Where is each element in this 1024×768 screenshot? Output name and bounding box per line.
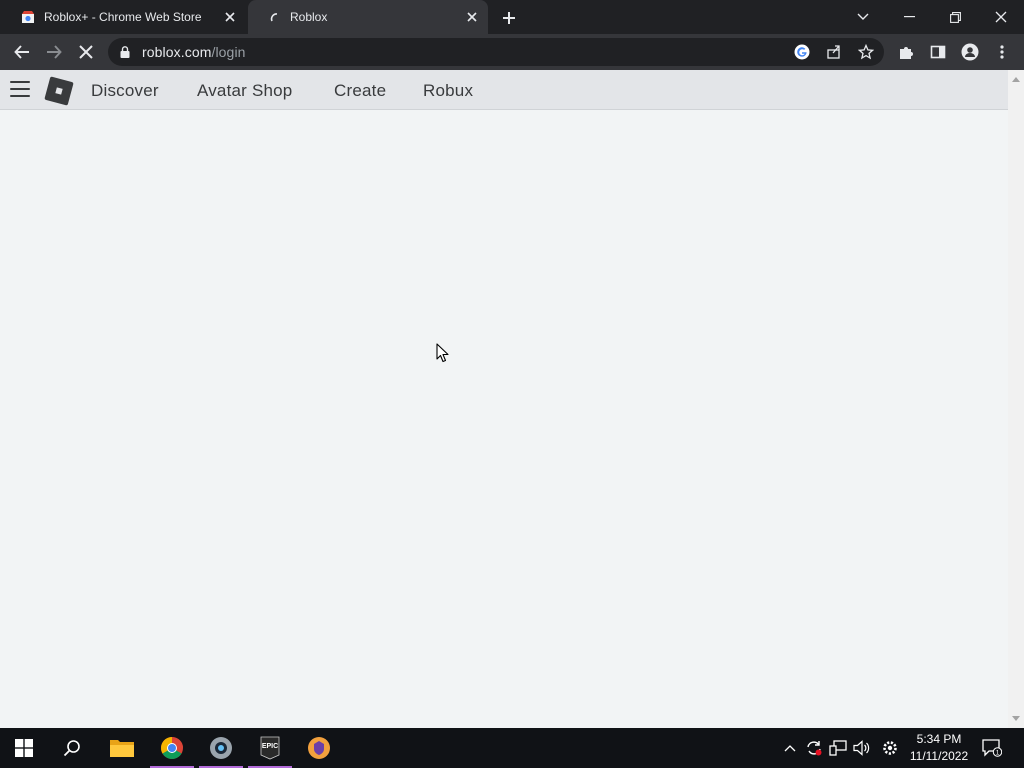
file-explorer-icon xyxy=(110,740,134,757)
roblox-logo-icon[interactable] xyxy=(44,76,74,106)
page-content-area xyxy=(0,111,1008,728)
clock-date: 11/11/2022 xyxy=(909,749,969,763)
back-arrow-icon xyxy=(14,45,29,59)
tab-roblox-plus[interactable]: Roblox+ - Chrome Web Store xyxy=(8,0,246,34)
nav-discover[interactable]: Discover xyxy=(91,81,159,101)
close-tab-icon[interactable] xyxy=(462,7,482,27)
epic-logo-text: EPIC xyxy=(262,743,278,750)
volume-icon[interactable] xyxy=(852,738,872,758)
google-icon[interactable] xyxy=(792,42,812,62)
restore-button[interactable] xyxy=(932,0,978,34)
lock-icon[interactable] xyxy=(118,45,132,59)
browser-toolbar: roblox.com/login xyxy=(0,34,1024,70)
close-tab-icon[interactable] xyxy=(220,7,240,27)
tab-search-icon xyxy=(857,13,869,20)
search-icon xyxy=(63,740,80,757)
bookmark-star-icon[interactable] xyxy=(856,42,876,62)
tab-search-button[interactable] xyxy=(840,0,886,34)
close-icon xyxy=(995,11,1007,23)
extensions-puzzle-icon xyxy=(900,47,913,59)
mouse-cursor-icon xyxy=(436,343,449,363)
back-button[interactable] xyxy=(8,38,36,66)
start-button[interactable] xyxy=(0,728,48,768)
address-bar[interactable]: roblox.com/login xyxy=(108,38,884,66)
url-text[interactable]: roblox.com/login xyxy=(142,44,246,60)
search-button[interactable] xyxy=(48,728,96,768)
side-panel-icon xyxy=(930,45,946,59)
nav-robux[interactable]: Robux xyxy=(423,81,473,101)
windows-taskbar: EPIC 5:34 PM 11/11/2022 1 xyxy=(0,728,1024,768)
nav-create[interactable]: Create xyxy=(334,81,386,101)
url-host: roblox.com xyxy=(142,44,212,60)
share-icon[interactable] xyxy=(824,42,844,62)
restore-icon xyxy=(949,11,961,23)
extensions-button[interactable] xyxy=(892,38,920,66)
chrome-icon xyxy=(161,737,183,759)
epic-games-button[interactable]: EPIC xyxy=(246,728,294,768)
chrome-button[interactable] xyxy=(148,728,196,768)
more-menu-button[interactable] xyxy=(988,38,1016,66)
loading-spinner-icon xyxy=(266,9,282,25)
tab-title: Roblox+ - Chrome Web Store xyxy=(44,10,202,24)
profile-button[interactable] xyxy=(956,38,984,66)
tab-roblox[interactable]: Roblox xyxy=(248,0,488,34)
scroll-down-icon xyxy=(1012,716,1020,721)
clock-time: 5:34 PM xyxy=(916,732,962,746)
stop-loading-button[interactable] xyxy=(72,38,100,66)
hamburger-menu-icon[interactable] xyxy=(10,81,30,99)
network-icon[interactable] xyxy=(828,738,848,758)
windows-start-icon xyxy=(15,739,33,757)
sync-update-icon[interactable] xyxy=(804,738,824,758)
plus-icon xyxy=(503,12,515,24)
scroll-up-icon xyxy=(1012,77,1020,82)
forward-arrow-icon xyxy=(47,45,62,59)
steam-icon xyxy=(210,737,232,759)
more-vert-icon xyxy=(1000,45,1004,59)
new-tab-button[interactable] xyxy=(498,7,520,29)
tab-title: Roblox xyxy=(290,10,328,24)
steam-button[interactable] xyxy=(197,728,245,768)
loading-stop-icon xyxy=(79,45,93,59)
forward-button[interactable] xyxy=(40,38,68,66)
brave-vpn-icon xyxy=(308,737,330,759)
chrome-web-store-icon xyxy=(20,9,36,25)
side-panel-button[interactable] xyxy=(924,38,952,66)
settings-gear-icon[interactable] xyxy=(880,738,900,758)
screen: Roblox+ - Chrome Web Store Roblox roblox… xyxy=(0,0,1024,768)
minimize-button[interactable] xyxy=(886,0,932,34)
file-explorer-button[interactable] xyxy=(98,728,146,768)
show-hidden-icons-chevron-icon[interactable] xyxy=(780,738,800,758)
url-path: /login xyxy=(211,44,246,60)
close-window-button[interactable] xyxy=(978,0,1024,34)
nav-avatar-shop[interactable]: Avatar Shop xyxy=(197,81,292,101)
taskbar-clock[interactable]: 5:34 PM 11/11/2022 xyxy=(904,731,974,765)
minimize-icon xyxy=(903,16,915,18)
browser-tab-strip: Roblox+ - Chrome Web Store Roblox xyxy=(0,0,1024,34)
epic-games-icon: EPIC xyxy=(260,736,280,760)
profile-icon xyxy=(961,43,979,61)
notifications-icon[interactable]: 1 xyxy=(982,738,1002,758)
brave-vpn-button[interactable] xyxy=(295,728,343,768)
notification-count: 1 xyxy=(996,750,1000,757)
vertical-scrollbar[interactable] xyxy=(1008,70,1024,728)
